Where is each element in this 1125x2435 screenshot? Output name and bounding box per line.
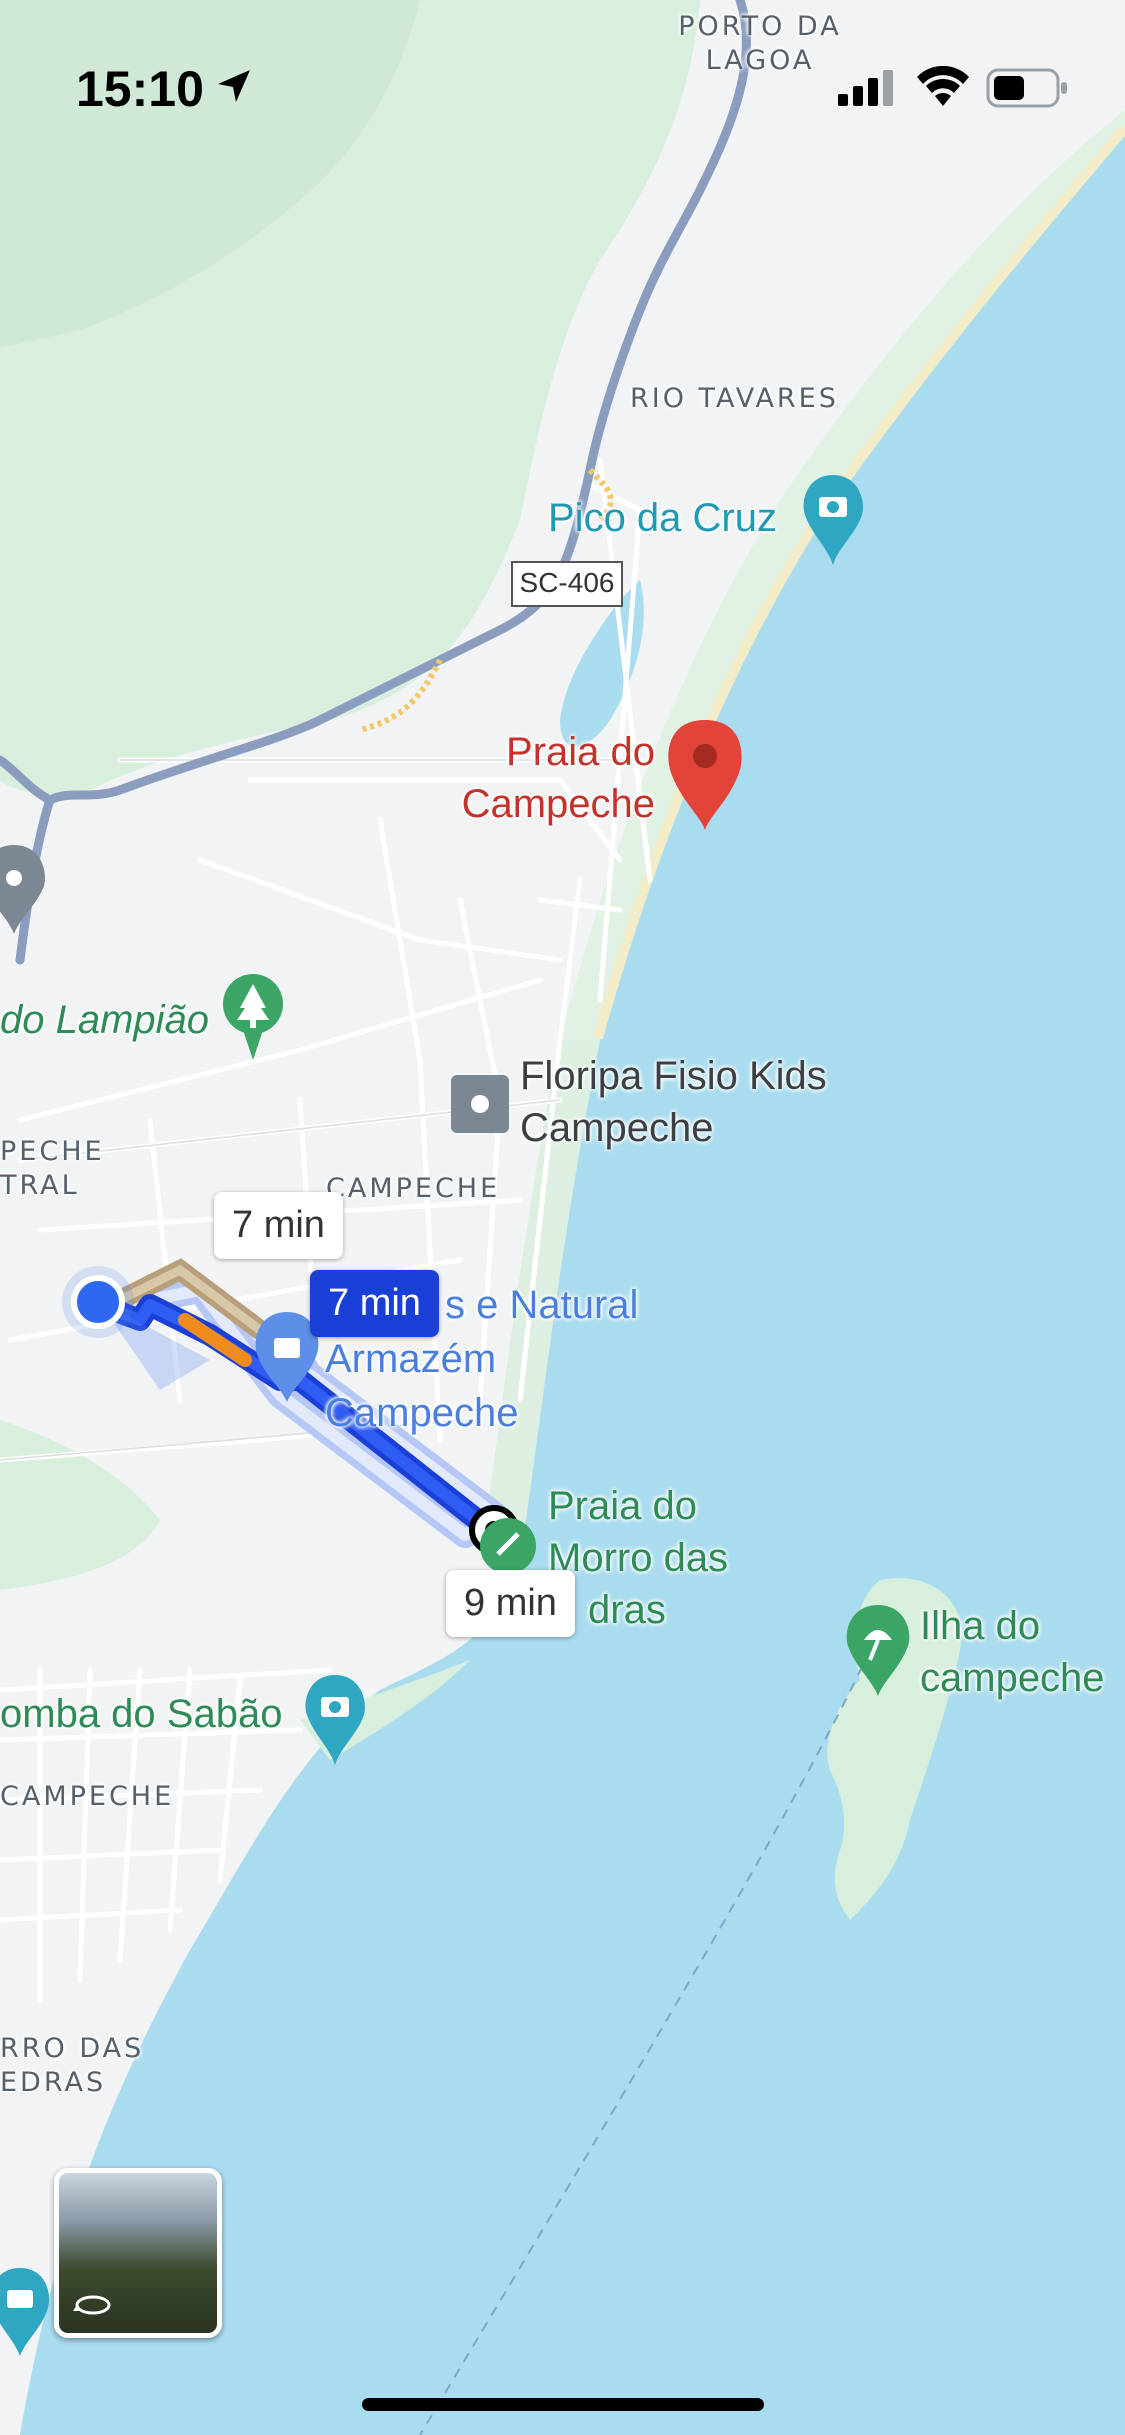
road-shield-label: SC-406 (519, 567, 615, 598)
area-label-rio-tavares: RIO TAVARES (630, 383, 839, 414)
beach-pin-icon (480, 1518, 536, 1574)
route-time-bubble-selected[interactable]: 7 min (310, 1270, 439, 1337)
area-label-campeche: CAMPECHE (326, 1173, 501, 1204)
route-time-bubble-alt-long[interactable]: 9 min (446, 1570, 575, 1637)
poi-label-pico-da-cruz[interactable]: Pico da Cruz (548, 496, 777, 541)
poi-label-lampiao[interactable]: do Lampião (0, 994, 209, 1046)
route-time-bubble-alt[interactable]: 7 min (214, 1192, 343, 1259)
home-indicator[interactable] (362, 2398, 764, 2411)
street-view-rotate-icon (73, 2295, 111, 2315)
poi-label-lomba-do-sabao[interactable]: omba do Sabão (0, 1688, 282, 1740)
area-label-morro-das-pedras: RRO DAS EDRAS (0, 2033, 145, 2098)
poi-label-praia-do-campeche[interactable]: Praia do Campeche (440, 726, 655, 830)
location-arrow-icon (218, 70, 250, 102)
battery-icon (986, 68, 1067, 108)
cellular-signal-icon (838, 70, 893, 106)
health-square-icon (451, 1075, 509, 1133)
map-canvas[interactable] (0, 0, 1125, 2435)
status-bar: 15:10 (0, 0, 1125, 150)
poi-label-ilha-do-campeche[interactable]: Ilha do campeche (920, 1600, 1105, 1704)
poi-label-praia-do-morro-das-pedras[interactable]: Praia do Morro das dras (548, 1480, 728, 1636)
status-time: 15:10 (76, 61, 204, 117)
wifi-icon (917, 66, 969, 106)
current-location-dot (71, 1275, 125, 1329)
area-label-campeche-south: CAMPECHE (0, 1781, 175, 1812)
poi-label-floripa-fisio-kids[interactable]: Floripa Fisio Kids Campeche (520, 1050, 827, 1154)
street-view-thumbnail[interactable] (54, 2168, 222, 2338)
area-label-campeche-central: PECHE TRAL (0, 1136, 105, 1201)
